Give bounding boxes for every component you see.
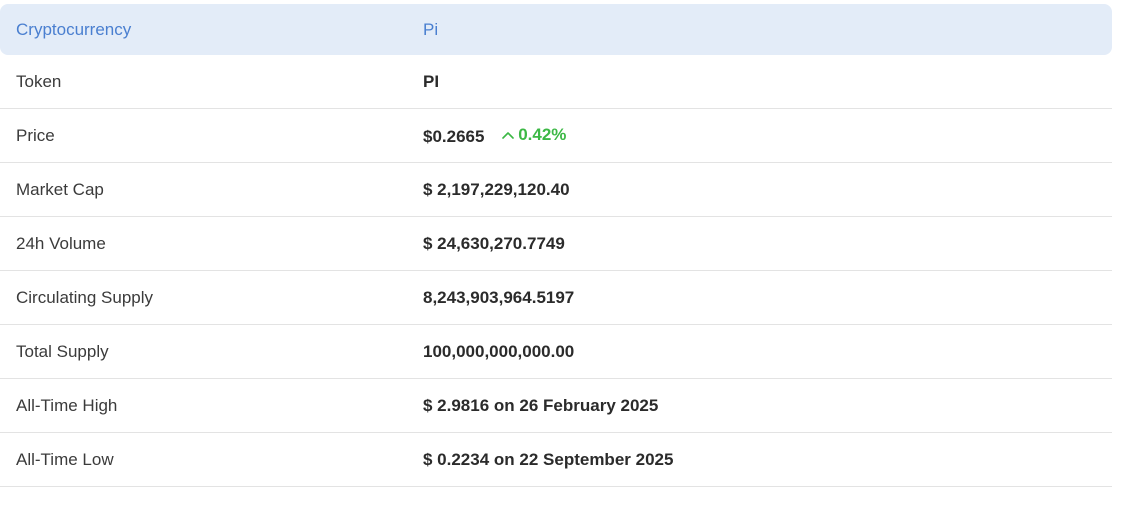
row-value: $ 2,197,229,120.40 xyxy=(423,179,570,199)
row-label: All-Time High xyxy=(16,395,118,415)
row-value: 8,243,903,964.5197 xyxy=(423,287,575,307)
price-change: 0.42% xyxy=(501,125,566,145)
table-row-market-cap: Market Cap $ 2,197,229,120.40 xyxy=(0,163,1112,217)
row-label: Market Cap xyxy=(16,179,104,199)
row-label: 24h Volume xyxy=(16,233,106,253)
row-value: $ 24,630,270.7749 xyxy=(423,233,565,253)
price-change-value: 0.42% xyxy=(518,124,567,144)
table-row-volume: 24h Volume $ 24,630,270.7749 xyxy=(0,217,1112,271)
table-row-token: Token PI xyxy=(0,55,1112,109)
crypto-info-table: Cryptocurrency Pi Token PI Price $0.2665… xyxy=(0,4,1112,487)
price-value: $0.2665 xyxy=(423,126,485,146)
table-row-total-supply: Total Supply 100,000,000,000.00 xyxy=(0,325,1112,379)
row-label: Price xyxy=(16,125,55,145)
table-row-all-time-high: All-Time High $ 2.9816 on 26 February 20… xyxy=(0,379,1112,433)
row-value: $0.2665 0.42% xyxy=(423,125,1112,147)
chevron-up-icon xyxy=(502,131,514,139)
row-value: $ 0.2234 on 22 September 2025 xyxy=(423,449,674,469)
row-label: Token xyxy=(16,71,62,91)
table-header-row: Cryptocurrency Pi xyxy=(0,4,1112,55)
header-value: Pi xyxy=(423,19,439,39)
row-label: Total Supply xyxy=(16,341,109,361)
table-row-price: Price $0.2665 0.42% xyxy=(0,109,1112,163)
table-row-circulating-supply: Circulating Supply 8,243,903,964.5197 xyxy=(0,271,1112,325)
row-label: All-Time Low xyxy=(16,449,114,469)
table-row-all-time-low: All-Time Low $ 0.2234 on 22 September 20… xyxy=(0,433,1112,487)
header-label: Cryptocurrency xyxy=(16,19,132,39)
row-value: $ 2.9816 on 26 February 2025 xyxy=(423,395,659,415)
row-value: PI xyxy=(423,71,440,91)
row-value: 100,000,000,000.00 xyxy=(423,341,575,361)
row-label: Circulating Supply xyxy=(16,287,154,307)
